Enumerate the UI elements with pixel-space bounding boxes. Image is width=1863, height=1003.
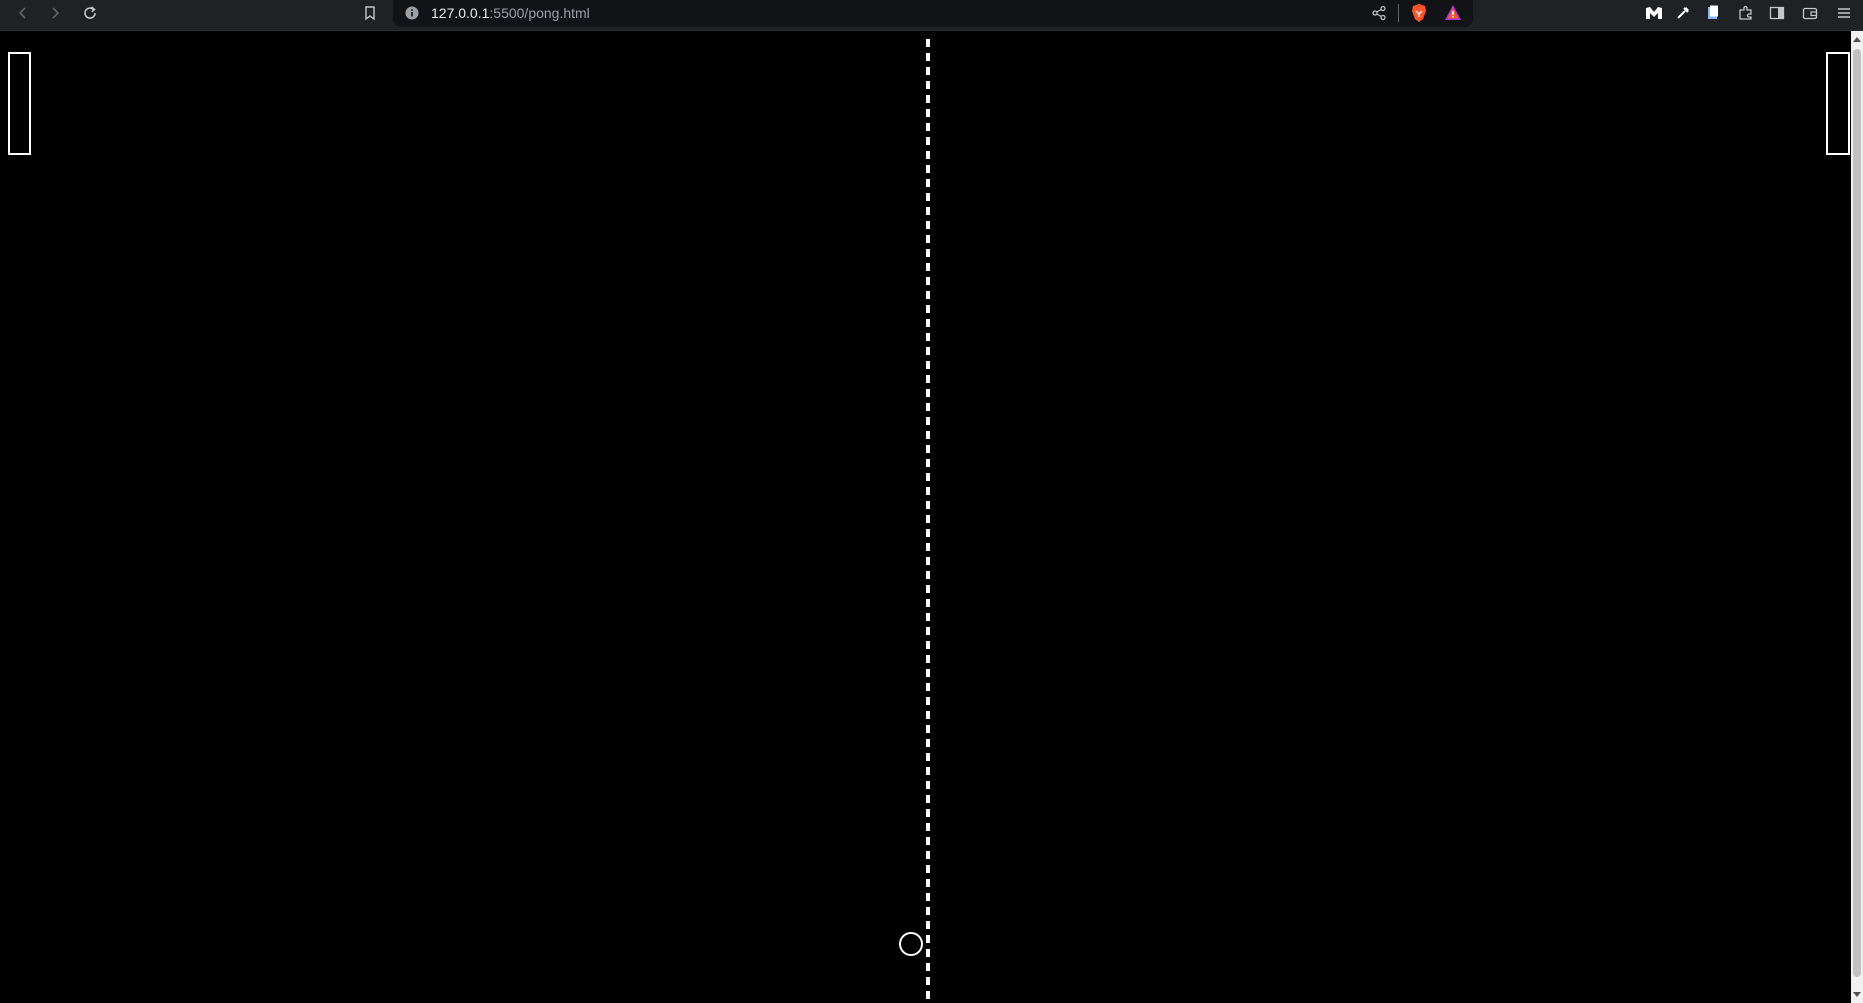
info-icon [405, 6, 419, 20]
wallet-button[interactable] [1797, 2, 1823, 24]
extension-document-button[interactable] [1700, 2, 1726, 24]
bookmark-icon [365, 6, 375, 21]
browser-toolbar: 127.0.0.1:5500/pong.html [0, 0, 1863, 31]
page-scrollbar[interactable] [1851, 31, 1863, 1003]
m-logo-icon [1646, 7, 1662, 19]
sidebar-button[interactable] [1764, 2, 1790, 24]
main-menu-button[interactable] [1831, 2, 1857, 24]
game-background [0, 31, 1851, 1003]
eyedropper-icon [1677, 7, 1689, 19]
extensions-button[interactable] [1733, 2, 1759, 24]
url-host: 127.0.0.1 [431, 5, 490, 21]
brave-rewards-button[interactable] [1444, 4, 1462, 26]
reload-button[interactable] [77, 2, 103, 24]
brave-lion-icon [1412, 4, 1426, 22]
extension-m-button[interactable] [1641, 2, 1667, 24]
url-divider [1398, 4, 1399, 22]
scroll-down-arrow[interactable] [1853, 990, 1861, 1000]
brave-shields-button[interactable] [1410, 3, 1428, 28]
url-path: :5500/pong.html [489, 5, 590, 21]
game-viewport [0, 31, 1851, 1003]
scroll-thumb[interactable] [1853, 49, 1861, 977]
rewards-triangle-icon [1445, 5, 1461, 20]
url-text[interactable]: 127.0.0.1:5500/pong.html [431, 4, 590, 22]
site-info-button[interactable] [405, 6, 419, 25]
reload-icon [84, 6, 96, 19]
share-icon [1372, 5, 1386, 21]
hamburger-menu-icon [1838, 8, 1850, 18]
bookmark-button[interactable] [357, 2, 383, 24]
caret-up-icon [1853, 37, 1861, 42]
sidebar-icon [1769, 6, 1785, 20]
back-button[interactable] [10, 2, 36, 24]
document-icon [1708, 5, 1718, 19]
wallet-icon [1802, 7, 1818, 20]
pong-canvas[interactable] [0, 31, 1851, 1003]
forward-button[interactable] [42, 2, 68, 24]
scroll-up-arrow[interactable] [1853, 34, 1861, 44]
forward-arrow-icon [52, 7, 60, 19]
share-button[interactable] [1371, 5, 1387, 26]
puzzle-icon [1739, 5, 1752, 20]
extension-eyedropper-button[interactable] [1670, 2, 1696, 24]
address-bar[interactable]: 127.0.0.1:5500/pong.html [393, 0, 1473, 27]
caret-down-icon [1853, 992, 1861, 997]
back-arrow-icon [18, 7, 26, 19]
